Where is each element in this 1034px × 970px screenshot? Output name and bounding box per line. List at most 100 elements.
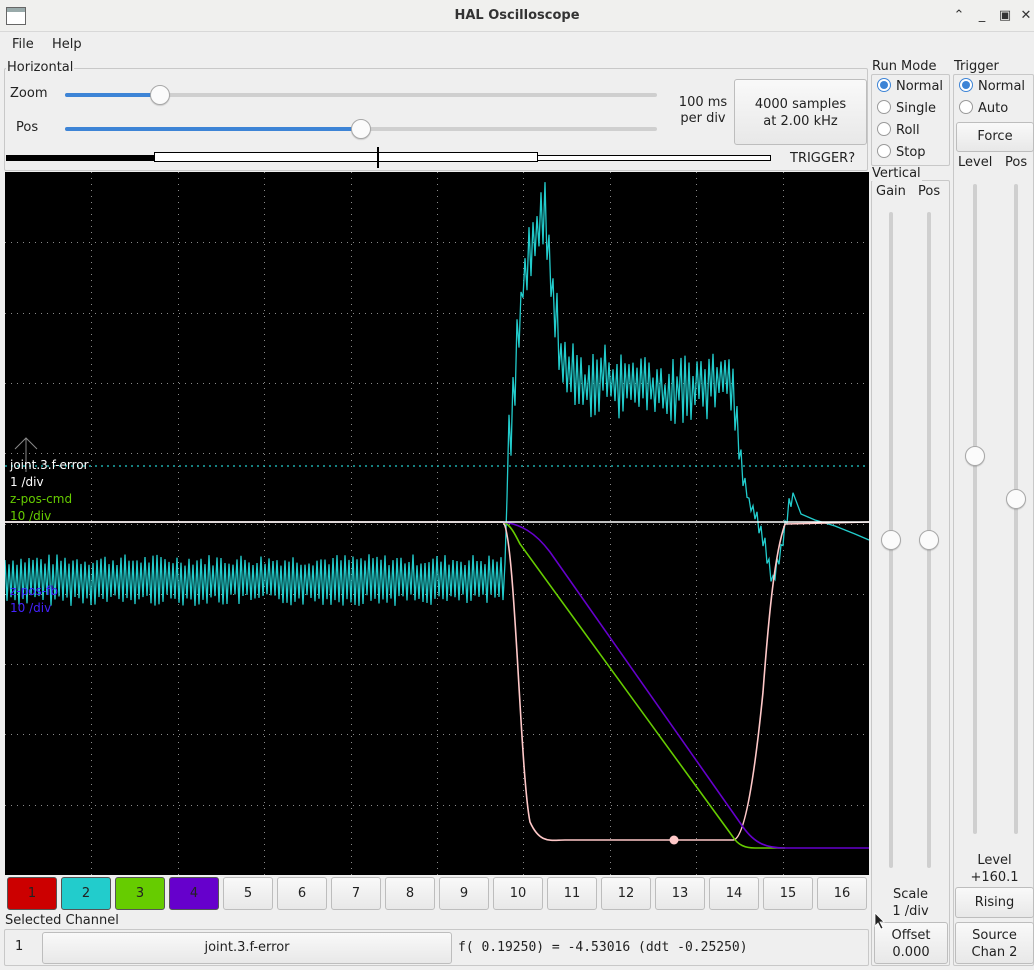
trigger-pos-slider-handle[interactable] <box>1006 489 1026 509</box>
samples-count: 4000 samples <box>754 97 847 112</box>
trigger-mode-options: Normal Auto <box>959 77 1025 119</box>
trigger-mode-normal[interactable]: Normal <box>959 77 1025 97</box>
channel-button-8[interactable]: 8 <box>385 877 435 910</box>
channel-button-7[interactable]: 7 <box>331 877 381 910</box>
horizontal-pos-slider[interactable] <box>65 119 657 139</box>
trigger-level-slider-handle[interactable] <box>965 446 985 466</box>
run-mode-options: Normal Single Roll Stop <box>877 77 943 163</box>
channel-button-9[interactable]: 9 <box>439 877 489 910</box>
horizontal-label: Horizontal <box>6 60 75 75</box>
trigger-mode-auto[interactable]: Auto <box>959 99 1025 119</box>
selected-channel-name-button[interactable]: joint.3.f-error <box>42 932 452 964</box>
zoom-label: Zoom <box>10 86 48 101</box>
trace-labels-ch4: z-pos-fb 10 /div <box>10 583 58 617</box>
scale-title: Scale <box>893 887 928 902</box>
minimize-icon[interactable]: _ <box>972 6 992 26</box>
vertical-group <box>871 180 950 966</box>
trace-label-ch3-scale: 10 /div <box>10 509 52 523</box>
scope-display[interactable]: joint.3.f-error 1 /div z-pos-cmd 10 /div… <box>5 172 869 875</box>
run-mode-label: Run Mode <box>871 59 938 74</box>
trigger-source-title: Source <box>972 928 1017 943</box>
trace-label-ch1-name: joint.3.f-error <box>10 458 89 472</box>
trigger-level-readout: Level +160.1 <box>955 852 1034 886</box>
trigger-level-label: Level <box>958 155 993 170</box>
sample-rate-button[interactable]: 4000 samples at 2.00 kHz <box>734 79 867 145</box>
channel-button-11[interactable]: 11 <box>547 877 597 910</box>
channel-button-5[interactable]: 5 <box>223 877 273 910</box>
trace-label-ch1-scale: 1 /div <box>10 475 44 489</box>
cursor-marker <box>669 835 679 845</box>
channel-button-3[interactable]: 3 <box>115 877 165 910</box>
trigger-status: TRIGGER? <box>790 151 856 166</box>
offset-value: 0.000 <box>892 945 930 960</box>
channel-button-12[interactable]: 12 <box>601 877 651 910</box>
channel-button-10[interactable]: 10 <box>493 877 543 910</box>
radio-selected-icon <box>877 78 891 92</box>
run-mode-single[interactable]: Single <box>877 99 943 119</box>
vertical-gain-slider[interactable] <box>881 212 901 868</box>
trigger-pos-label: Pos <box>1005 155 1028 170</box>
title-bar: HAL Oscilloscope ⌃ _ ▣ ✕ <box>0 0 1034 32</box>
trace-channel-4 <box>502 521 869 849</box>
record-pre-trigger-fill <box>7 156 156 160</box>
record-window-marker <box>154 152 538 162</box>
window-title: HAL Oscilloscope <box>454 8 580 23</box>
window-shade-icon[interactable]: ⌃ <box>949 6 969 26</box>
channel-button-6[interactable]: 6 <box>277 877 327 910</box>
time-per-div-unit: per div <box>680 111 726 126</box>
pos-label: Pos <box>16 120 39 135</box>
zoom-slider[interactable] <box>65 85 657 105</box>
trace-label-ch3-name: z-pos-cmd <box>10 492 73 506</box>
channel-button-1[interactable]: 1 <box>7 877 57 910</box>
vertical-pos-label: Pos <box>918 184 941 199</box>
run-mode-normal[interactable]: Normal <box>877 77 943 97</box>
trace-label-ch4-name: z-pos-fb <box>10 584 59 598</box>
channel-button-16[interactable]: 16 <box>817 877 867 910</box>
vertical-gain-label: Gain <box>876 184 906 199</box>
horizontal-pos-slider-fill <box>65 127 361 131</box>
mouse-pointer-icon <box>874 912 885 930</box>
maximize-icon[interactable]: ▣ <box>995 6 1015 26</box>
trigger-label: Trigger <box>953 59 1000 74</box>
force-trigger-button[interactable]: Force <box>956 122 1034 152</box>
radio-icon <box>877 122 891 136</box>
trigger-level-slider[interactable] <box>965 184 985 834</box>
trigger-source-button[interactable]: Source Chan 2 <box>955 922 1034 964</box>
selected-channel-number: 1 <box>15 939 24 954</box>
channel-button-15[interactable]: 15 <box>763 877 813 910</box>
menu-bar: File Help <box>0 32 1034 58</box>
trace-labels: joint.3.f-error 1 /div z-pos-cmd 10 /div <box>10 457 89 525</box>
time-per-div-value: 100 ms <box>678 95 728 110</box>
trigger-source-value: Chan 2 <box>971 945 1018 960</box>
scope-grid <box>5 172 869 875</box>
run-mode-stop[interactable]: Stop <box>877 143 943 163</box>
radio-icon <box>959 100 973 114</box>
trigger-group <box>953 74 1034 966</box>
scope-traces <box>5 172 869 875</box>
menu-help[interactable]: Help <box>52 37 82 52</box>
trigger-level-value: +160.1 <box>970 870 1019 885</box>
trace-label-ch4-scale: 10 /div <box>10 601 52 615</box>
trigger-point-marker <box>377 147 379 168</box>
vertical-pos-slider[interactable] <box>919 212 939 868</box>
channel-button-13[interactable]: 13 <box>655 877 705 910</box>
radio-icon <box>877 100 891 114</box>
horizontal-pos-slider-handle[interactable] <box>351 119 371 139</box>
vertical-gain-slider-handle[interactable] <box>881 530 901 550</box>
channel-button-4[interactable]: 4 <box>169 877 219 910</box>
trigger-level-title: Level <box>977 853 1012 868</box>
menu-file[interactable]: File <box>12 37 34 52</box>
vertical-pos-slider-handle[interactable] <box>919 530 939 550</box>
vertical-label: Vertical <box>871 166 922 181</box>
radio-icon <box>877 144 891 158</box>
cursor-readout: f( 0.19250) = -4.53016 (ddt -0.25250) <box>458 940 748 955</box>
channel-button-14[interactable]: 14 <box>709 877 759 910</box>
zoom-slider-handle[interactable] <box>149 85 170 105</box>
channel-button-2[interactable]: 2 <box>61 877 111 910</box>
close-icon[interactable]: ✕ <box>1016 6 1034 26</box>
sample-rate: at 2.00 kHz <box>763 114 838 129</box>
run-mode-roll[interactable]: Roll <box>877 121 943 141</box>
trigger-edge-button[interactable]: Rising <box>955 887 1034 918</box>
trigger-pos-slider[interactable] <box>1006 184 1026 834</box>
selected-channel-label: Selected Channel <box>5 913 119 928</box>
